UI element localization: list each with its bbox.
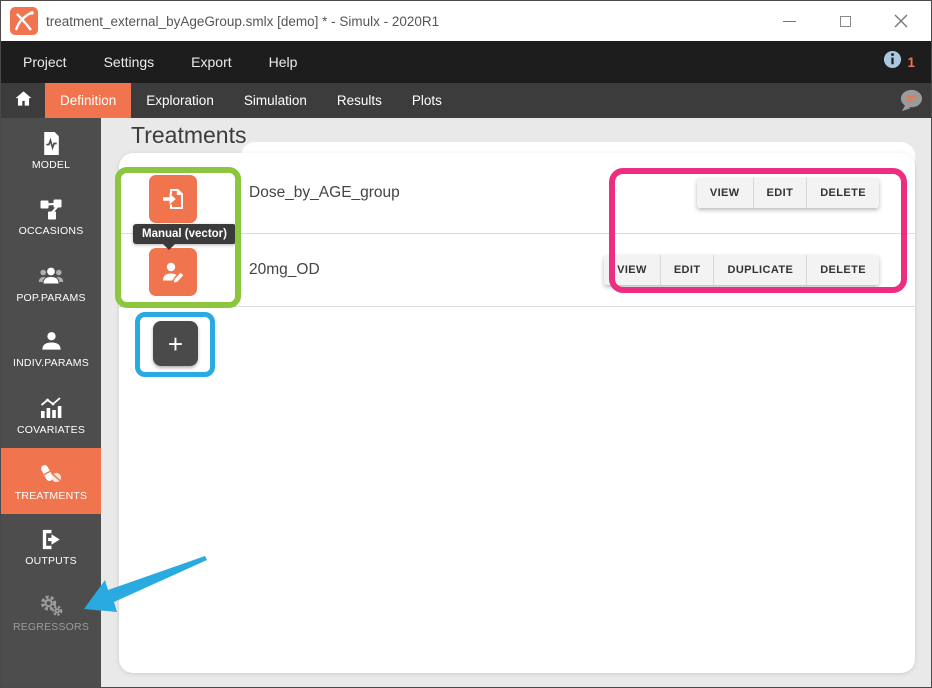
treatment-name: Dose_by_AGE_group xyxy=(249,184,400,202)
content-area: Treatments Dose_by_AGE_groupVIEWEDITDELE… xyxy=(101,118,931,688)
titlebar: treatment_external_byAgeGroup.smlx [demo… xyxy=(1,1,931,41)
sidebar-item-outputs[interactable]: OUTPUTS xyxy=(1,514,101,580)
treatment-row: 20mg_OD VIEWEDITDUPLICATEDELETE xyxy=(119,234,915,307)
menu-item-project[interactable]: Project xyxy=(23,54,67,70)
sidebar-item-pop-params[interactable]: POP.PARAMS xyxy=(1,250,101,316)
delete-button[interactable]: DELETE xyxy=(807,178,879,208)
tab-list: DefinitionExplorationSimulationResultsPl… xyxy=(45,83,457,118)
menu-item-export[interactable]: Export xyxy=(191,54,231,70)
delete-button[interactable]: DELETE xyxy=(807,255,879,285)
tooltip-manual-vector: Manual (vector) xyxy=(133,224,236,244)
add-treatment-button[interactable]: + xyxy=(153,321,198,366)
view-button[interactable]: VIEW xyxy=(604,255,661,285)
window-title: treatment_external_byAgeGroup.smlx [demo… xyxy=(46,14,439,29)
tab-results[interactable]: Results xyxy=(322,83,397,118)
outputs-icon xyxy=(39,527,64,552)
window-controls xyxy=(781,13,909,29)
sidebar-item-label: INDIV.PARAMS xyxy=(13,357,89,369)
tab-exploration[interactable]: Exploration xyxy=(131,83,229,118)
info-count: 1 xyxy=(907,55,915,70)
menu-item-settings[interactable]: Settings xyxy=(104,54,155,70)
edit-button[interactable]: EDIT xyxy=(754,178,808,208)
info-badge[interactable]: 1 xyxy=(883,50,915,74)
treatments-card: Dose_by_AGE_groupVIEWEDITDELETE20mg_ODVI… xyxy=(119,153,915,673)
sidebar-item-occasions[interactable]: OCCASIONS xyxy=(1,184,101,250)
page-title: Treatments xyxy=(131,122,246,149)
duplicate-button[interactable]: DUPLICATE xyxy=(714,255,807,285)
edit-button[interactable]: EDIT xyxy=(661,255,715,285)
close-button[interactable] xyxy=(893,13,909,29)
sidebar-item-label: REGRESSORS xyxy=(13,621,89,633)
tabbar: DefinitionExplorationSimulationResultsPl… xyxy=(1,83,931,118)
file-import-icon[interactable] xyxy=(149,175,197,223)
covariates-icon xyxy=(38,395,64,421)
simulx-window: treatment_external_byAgeGroup.smlx [demo… xyxy=(0,0,932,688)
menu-item-help[interactable]: Help xyxy=(269,54,298,70)
menu-items: Project Settings Export Help xyxy=(1,54,297,70)
sidebar-item-label: COVARIATES xyxy=(17,424,85,436)
view-button[interactable]: VIEW xyxy=(697,178,754,208)
home-tab[interactable] xyxy=(1,83,45,118)
tab-definition[interactable]: Definition xyxy=(45,83,131,118)
sidebar-item-label: MODEL xyxy=(32,159,70,171)
home-icon xyxy=(14,89,33,113)
indiv-params-icon xyxy=(39,329,64,354)
sidebar-item-covariates[interactable]: COVARIATES xyxy=(1,382,101,448)
regressors-icon xyxy=(39,593,64,618)
treatment-actions: VIEWEDITDUPLICATEDELETE xyxy=(604,255,879,285)
pop-params-icon xyxy=(38,263,64,289)
treatment-name: 20mg_OD xyxy=(249,261,320,279)
maximize-button[interactable] xyxy=(837,13,853,29)
sidebar-item-model[interactable]: MODEL xyxy=(1,118,101,184)
treatments-icon xyxy=(38,461,64,487)
sidebar-item-indiv-params[interactable]: INDIV.PARAMS xyxy=(1,316,101,382)
info-icon xyxy=(883,50,902,74)
tab-plots[interactable]: Plots xyxy=(397,83,457,118)
simulx-logo-icon xyxy=(10,7,38,35)
app-body: MODEL OCCASIONS POP.PARAMS INDIV.PARAMS COVA… xyxy=(1,118,931,688)
minimize-button[interactable] xyxy=(781,13,797,29)
sidebar-item-label: TREATMENTS xyxy=(15,490,87,502)
tab-simulation[interactable]: Simulation xyxy=(229,83,322,118)
chat-icon[interactable] xyxy=(897,83,924,118)
sidebar-item-label: OCCASIONS xyxy=(19,225,84,237)
sidebar-item-regressors[interactable]: REGRESSORS xyxy=(1,580,101,646)
treatment-actions: VIEWEDITDELETE xyxy=(697,178,879,208)
treatment-list: Dose_by_AGE_groupVIEWEDITDELETE20mg_ODVI… xyxy=(119,153,915,307)
add-row: + xyxy=(119,307,915,366)
sidebar: MODEL OCCASIONS POP.PARAMS INDIV.PARAMS COVA… xyxy=(1,118,101,688)
sidebar-item-treatments[interactable]: TREATMENTS xyxy=(1,448,101,514)
occasions-icon xyxy=(39,197,64,222)
model-icon xyxy=(39,131,64,156)
treatment-row: Dose_by_AGE_group VIEWEDITDELETE xyxy=(119,153,915,234)
menubar: Project Settings Export Help 1 xyxy=(1,41,931,83)
sidebar-item-label: OUTPUTS xyxy=(25,555,77,567)
sidebar-item-label: POP.PARAMS xyxy=(16,292,85,304)
